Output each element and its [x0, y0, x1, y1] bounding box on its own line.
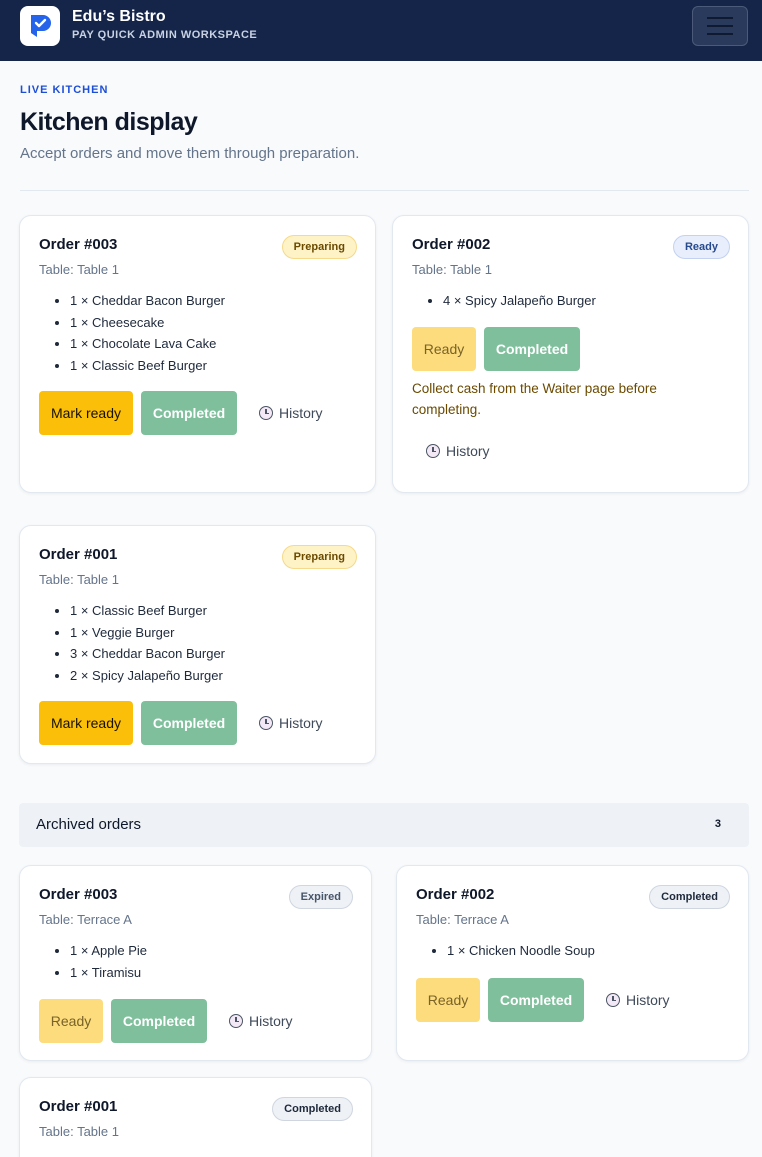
mark-ready-button[interactable]: Mark ready — [39, 701, 133, 745]
order-title: Order #001 — [39, 546, 118, 563]
menu-icon-bar — [707, 25, 733, 27]
history-button[interactable]: History — [606, 978, 670, 1022]
section-eyebrow: LIVE KITCHEN — [20, 84, 109, 96]
order-items-list: 1 × Cheddar Bacon Burger 1 × Cheesecake … — [70, 290, 225, 376]
menu-icon-bar — [707, 33, 733, 35]
list-item: 1 × Chocolate Lava Cake — [70, 333, 225, 355]
order-title: Order #001 — [39, 1098, 118, 1115]
list-item: 1 × Classic Beef Burger — [70, 600, 225, 622]
archived-order-card: Order #003 Expired Table: Terrace A 1 × … — [19, 865, 372, 1061]
list-item: 2 × Spicy Jalapeño Burger — [70, 665, 225, 687]
page-subtitle: Accept orders and move them through prep… — [20, 145, 360, 162]
order-card: Order #002 Ready Table: Table 1 4 × Spic… — [392, 215, 749, 493]
clock-icon — [259, 716, 273, 730]
clock-icon — [606, 993, 620, 1007]
archived-order-card: Order #001 Completed Table: Table 1 — [19, 1077, 372, 1157]
page-title: Kitchen display — [20, 108, 198, 136]
status-badge: Preparing — [281, 235, 357, 259]
archived-order-card: Order #002 Completed Table: Terrace A 1 … — [396, 865, 749, 1061]
list-item: 1 × Tiramisu — [70, 962, 147, 984]
order-items-list: 1 × Apple Pie 1 × Tiramisu — [70, 940, 147, 983]
history-label: History — [279, 405, 323, 421]
history-button[interactable]: History — [426, 429, 490, 473]
completed-button[interactable]: Completed — [484, 327, 580, 371]
list-item: 1 × Apple Pie — [70, 940, 147, 962]
menu-icon-bar — [707, 17, 733, 19]
ready-button[interactable]: Ready — [416, 978, 480, 1022]
mark-ready-button[interactable]: Mark ready — [39, 391, 133, 435]
history-button[interactable]: History — [229, 999, 293, 1043]
cash-collection-note: Collect cash from the Waiter page before… — [412, 381, 657, 417]
completed-button[interactable]: Completed — [141, 391, 237, 435]
brand-subtitle: PAY QUICK ADMIN WORKSPACE — [72, 29, 258, 41]
order-title: Order #002 — [412, 236, 491, 253]
table-label: Table: Terrace A — [39, 912, 132, 927]
history-button[interactable]: History — [259, 701, 323, 745]
hamburger-menu-button[interactable] — [692, 6, 748, 46]
order-title: Order #002 — [416, 886, 495, 903]
list-item: 4 × Spicy Jalapeño Burger — [443, 290, 596, 312]
table-label: Table: Terrace A — [416, 912, 509, 927]
history-button[interactable]: History — [259, 391, 323, 435]
order-title: Order #003 — [39, 236, 118, 253]
status-badge: Preparing — [281, 545, 357, 569]
status-badge: Ready — [672, 235, 730, 259]
clock-icon — [229, 1014, 243, 1028]
completed-button[interactable]: Completed — [488, 978, 584, 1022]
completed-button[interactable]: Completed — [141, 701, 237, 745]
order-title: Order #003 — [39, 886, 118, 903]
table-label: Table: Table 1 — [39, 1124, 119, 1139]
list-item: 1 × Chicken Noodle Soup — [447, 940, 595, 962]
list-item: 1 × Classic Beef Burger — [70, 355, 225, 377]
order-card: Order #001 Preparing Table: Table 1 1 × … — [19, 525, 376, 764]
order-card: Order #003 Preparing Table: Table 1 1 × … — [19, 215, 376, 493]
ready-button[interactable]: Ready — [39, 999, 103, 1043]
history-label: History — [446, 443, 490, 459]
clock-icon — [259, 406, 273, 420]
order-items-list: 4 × Spicy Jalapeño Burger — [443, 290, 596, 312]
archived-orders-count: 3 — [714, 818, 721, 830]
completed-button[interactable]: Completed — [111, 999, 207, 1043]
status-badge: Completed — [649, 885, 730, 909]
table-label: Table: Table 1 — [412, 262, 492, 277]
archived-orders-toggle[interactable]: Archived orders 3 — [19, 803, 749, 847]
order-items-list: 1 × Chicken Noodle Soup — [447, 940, 595, 962]
app-logo-icon[interactable] — [20, 6, 60, 46]
list-item: 3 × Cheddar Bacon Burger — [70, 643, 225, 665]
status-badge: Completed — [272, 1097, 353, 1121]
top-bar: Edu’s Bistro PAY QUICK ADMIN WORKSPACE — [0, 0, 762, 61]
history-label: History — [626, 992, 670, 1008]
brand-name: Edu’s Bistro — [72, 8, 166, 25]
divider — [20, 190, 749, 191]
order-items-list: 1 × Classic Beef Burger 1 × Veggie Burge… — [70, 600, 225, 686]
archived-orders-label: Archived orders — [36, 816, 142, 833]
clock-icon — [426, 444, 440, 458]
table-label: Table: Table 1 — [39, 572, 119, 587]
history-label: History — [279, 715, 323, 731]
list-item: 1 × Veggie Burger — [70, 622, 225, 644]
history-label: History — [249, 1013, 293, 1029]
list-item: 1 × Cheesecake — [70, 312, 225, 334]
status-badge: Expired — [288, 885, 353, 909]
table-label: Table: Table 1 — [39, 262, 119, 277]
ready-button[interactable]: Ready — [412, 327, 476, 371]
list-item: 1 × Cheddar Bacon Burger — [70, 290, 225, 312]
